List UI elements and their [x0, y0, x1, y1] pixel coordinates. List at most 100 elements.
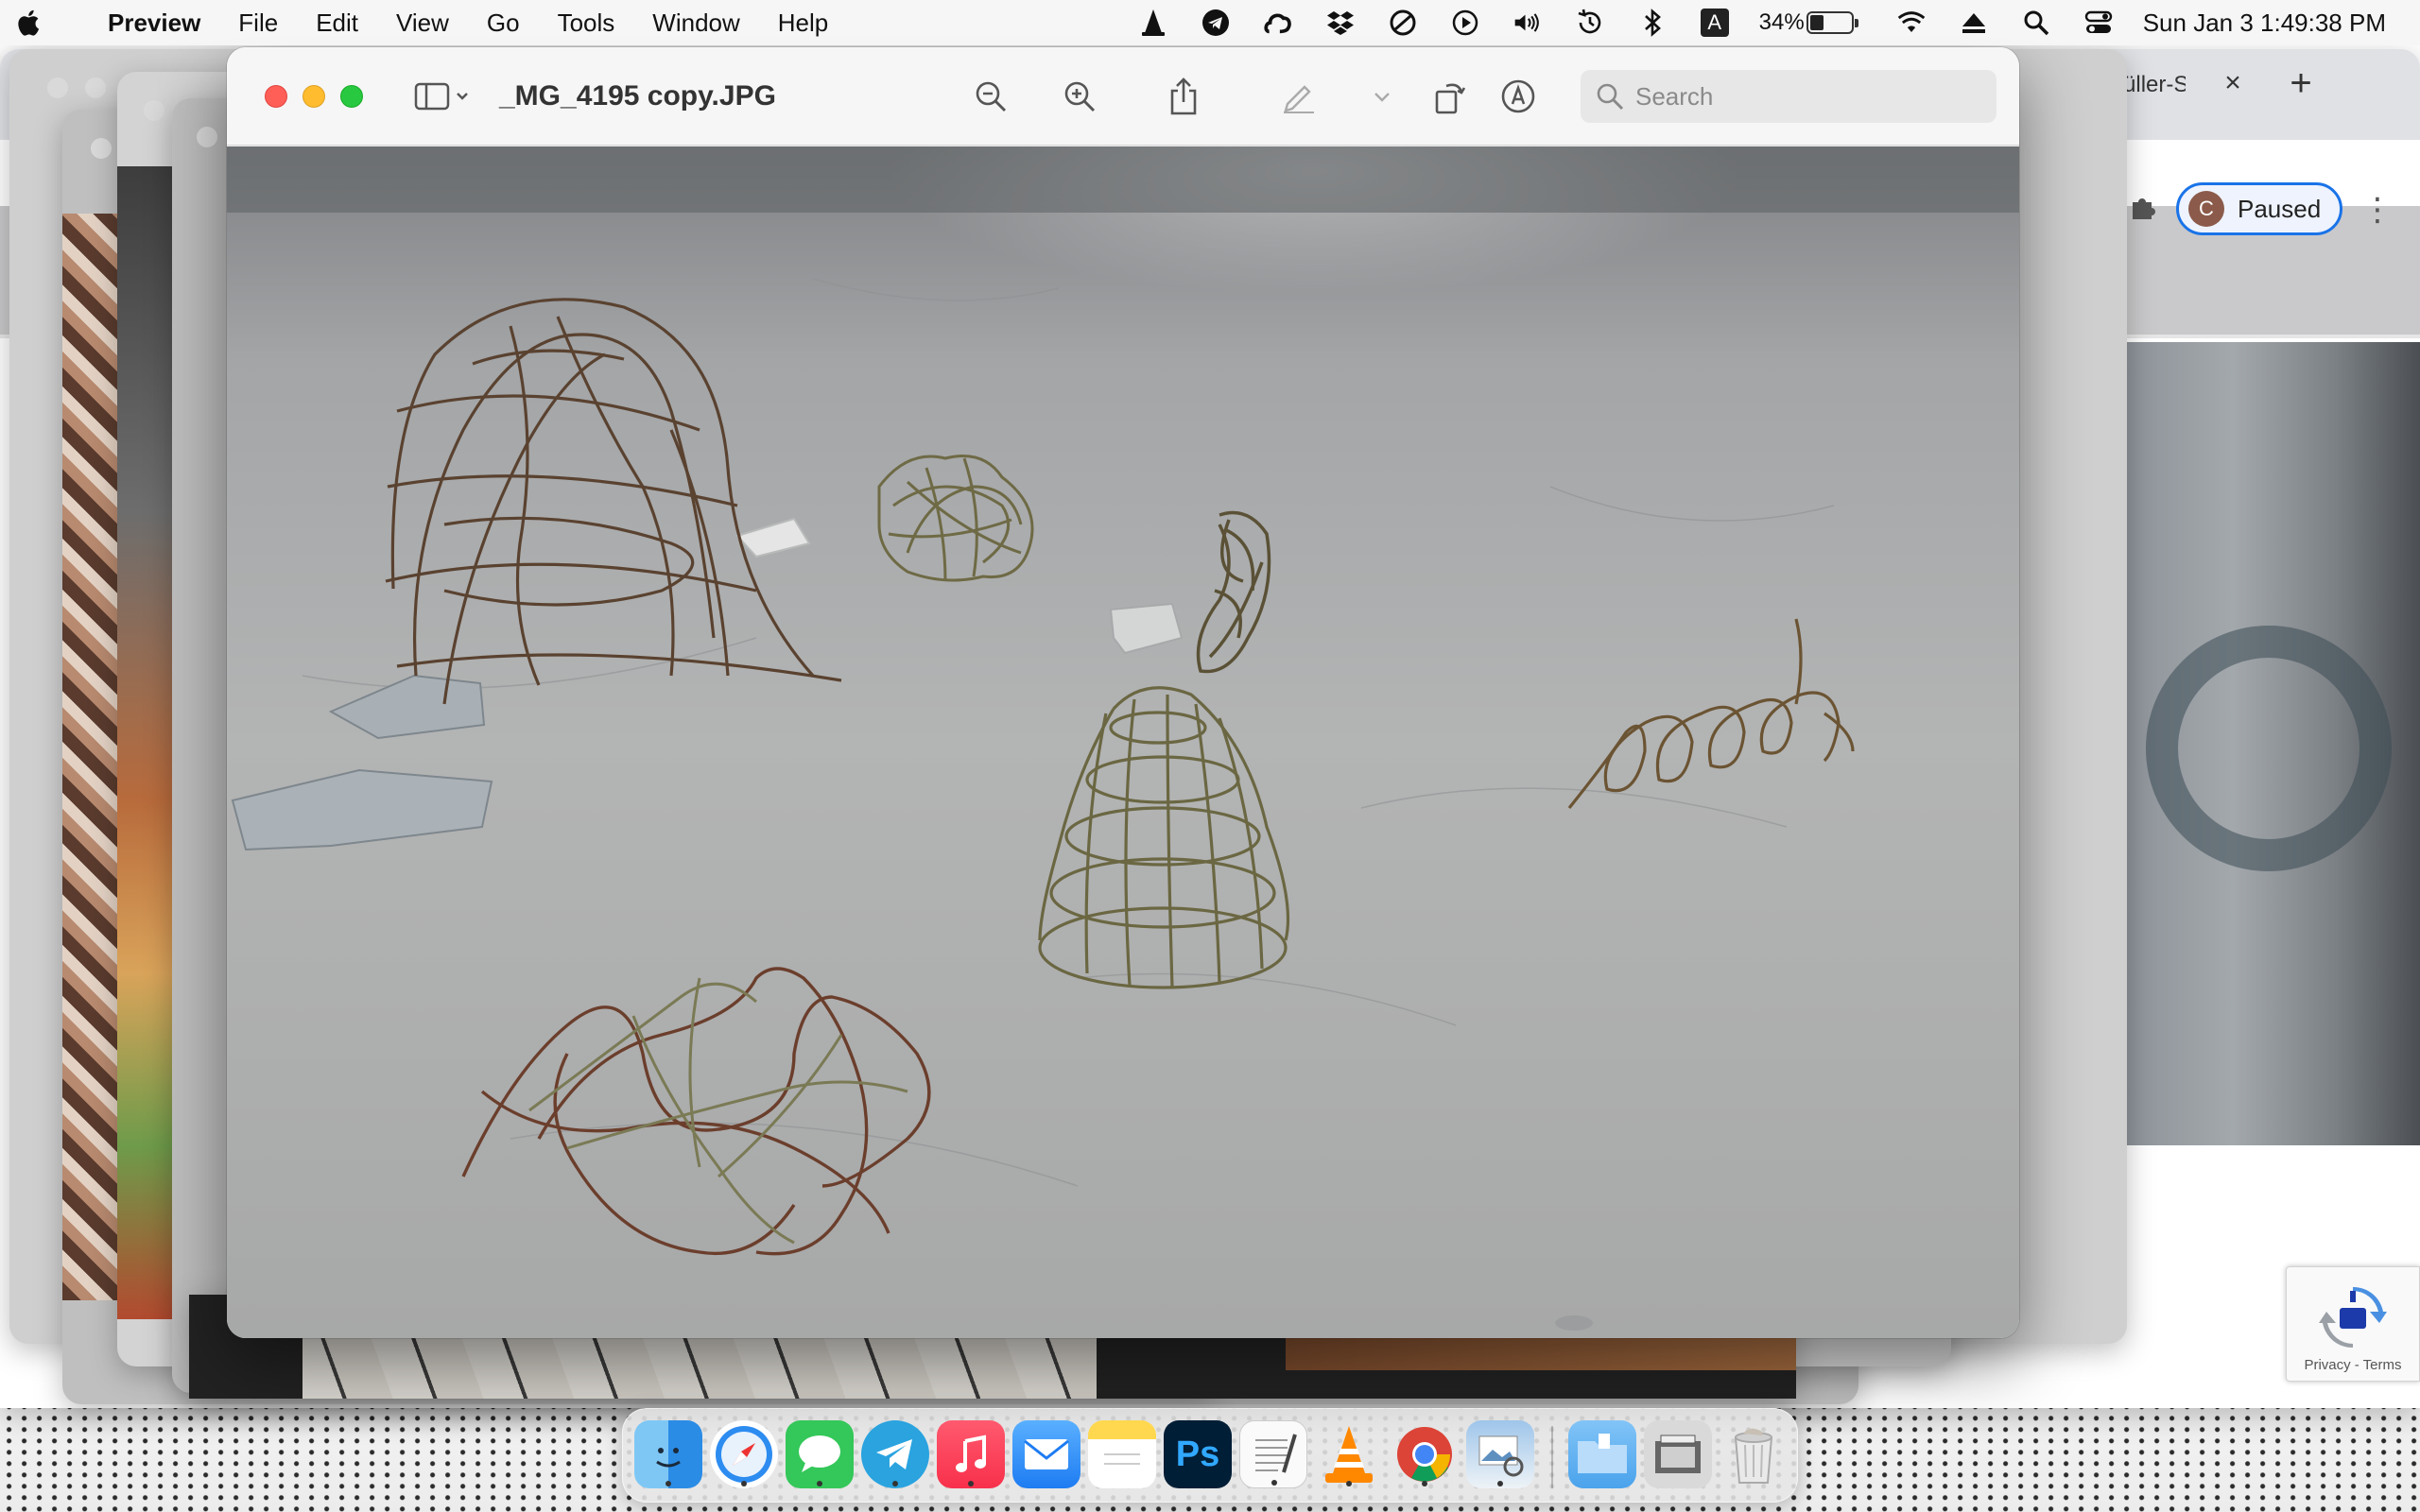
profile-paused-button[interactable]: C Paused — [2176, 182, 2342, 235]
creative-cloud-icon[interactable] — [1264, 9, 1292, 37]
input-source-icon[interactable]: A — [1700, 9, 1729, 37]
safari-icon — [716, 1426, 772, 1483]
bluetooth-icon[interactable] — [1638, 9, 1667, 37]
markup-toolbar-icon — [1501, 79, 1535, 113]
photo-view[interactable] — [227, 146, 2019, 1338]
dock-telegram[interactable] — [861, 1420, 929, 1488]
running-indicator — [817, 1481, 822, 1486]
running-indicator — [1497, 1481, 1503, 1486]
search-field[interactable] — [1581, 70, 1996, 123]
dock-music[interactable] — [937, 1420, 1005, 1488]
menu-edit[interactable]: Edit — [297, 0, 377, 45]
window-control-icon — [144, 100, 164, 121]
dock-divider — [1551, 1426, 1553, 1488]
running-indicator — [741, 1481, 747, 1486]
dock-vlc[interactable] — [1315, 1420, 1383, 1488]
zoom-in-icon — [1064, 81, 1096, 112]
menu-app-name[interactable]: Preview — [60, 0, 219, 45]
battery-percent: 34% — [1758, 9, 1805, 35]
recaptcha-badge[interactable]: Privacy - Terms — [2286, 1266, 2420, 1382]
chevron-down-icon — [1374, 93, 1390, 102]
dock-chrome[interactable] — [1391, 1420, 1459, 1488]
zoom-out-button[interactable] — [968, 76, 1013, 117]
markup-pen-button[interactable] — [1276, 76, 1322, 117]
background-window-image — [62, 214, 123, 1300]
sidebar-toggle-button[interactable] — [406, 76, 482, 117]
zoom-in-button[interactable] — [1057, 76, 1102, 117]
dock: Ps — [622, 1408, 1798, 1503]
menu-window[interactable]: Window — [633, 0, 758, 45]
spotlight-icon[interactable] — [2022, 9, 2050, 37]
profile-status-label: Paused — [2238, 194, 2322, 223]
wifi-icon[interactable] — [1897, 9, 1926, 37]
dock-downloads-folder[interactable] — [1568, 1420, 1636, 1488]
share-button[interactable] — [1161, 76, 1206, 117]
recaptcha-icon — [2319, 1286, 2387, 1349]
dropbox-icon[interactable] — [1326, 9, 1355, 37]
screenshot-icon — [1655, 1435, 1701, 1473]
window-minimize-button[interactable] — [302, 85, 325, 108]
textedit-icon — [1255, 1434, 1297, 1473]
menu-bar: Preview File Edit View Go Tools Window H… — [0, 0, 2420, 45]
markup-toolbar-button[interactable] — [1495, 76, 1541, 117]
vlc-icon[interactable] — [1139, 9, 1167, 37]
input-source-label: A — [1700, 9, 1729, 37]
dock-textedit[interactable] — [1239, 1420, 1307, 1488]
battery-icon[interactable] — [1806, 11, 1858, 34]
dock-mail[interactable] — [1012, 1420, 1080, 1488]
window-control-icon — [85, 77, 106, 98]
running-indicator — [1271, 1480, 1277, 1486]
dock-screenshot[interactable] — [1644, 1420, 1712, 1488]
menubar-clock[interactable]: Sun Jan 3 1:49:38 PM — [2143, 9, 2386, 38]
dock-finder[interactable] — [634, 1420, 702, 1488]
document-title: _MG_4195 copy.JPG — [499, 80, 776, 112]
rotate-button[interactable] — [1427, 76, 1473, 117]
running-indicator — [1346, 1481, 1352, 1486]
zoom-out-icon — [976, 81, 1007, 112]
search-input[interactable] — [1635, 81, 1976, 112]
tab-close-icon[interactable]: × — [2214, 64, 2252, 102]
running-indicator — [892, 1481, 898, 1486]
telegram-icon[interactable] — [1201, 9, 1230, 37]
messages-icon — [799, 1435, 840, 1472]
menu-tools[interactable]: Tools — [539, 0, 634, 45]
browser-menu-icon[interactable]: ⋮ — [2361, 191, 2394, 229]
trash-icon — [1734, 1428, 1773, 1484]
dock-photoshop[interactable]: Ps — [1164, 1420, 1232, 1488]
window-zoom-button[interactable] — [340, 85, 363, 108]
dock-trash[interactable] — [1720, 1420, 1788, 1488]
mail-icon — [1024, 1439, 1069, 1469]
do-not-disturb-icon[interactable] — [1389, 9, 1417, 37]
sidebar-icon — [414, 82, 468, 111]
menu-view[interactable]: View — [377, 0, 468, 45]
volume-icon[interactable] — [1513, 9, 1542, 37]
music-icon — [956, 1435, 986, 1472]
finder-icon — [656, 1448, 681, 1468]
dock-notes[interactable] — [1088, 1420, 1156, 1488]
menu-help[interactable]: Help — [759, 0, 847, 45]
window-close-button[interactable] — [265, 85, 287, 108]
vlc-cone-icon — [1325, 1426, 1373, 1483]
extensions-puzzle-icon[interactable] — [2123, 189, 2161, 227]
running-indicator — [968, 1481, 974, 1486]
dock-preview[interactable] — [1466, 1420, 1534, 1488]
recaptcha-links[interactable]: Privacy - Terms — [2304, 1357, 2401, 1373]
window-control-icon — [47, 77, 68, 98]
control-center-icon[interactable] — [2084, 9, 2113, 37]
eject-icon[interactable] — [1960, 9, 1988, 37]
apple-menu-icon[interactable] — [0, 0, 60, 45]
avatar: C — [2188, 191, 2224, 227]
window-control-icon — [91, 138, 112, 159]
preview-icon — [1478, 1435, 1524, 1477]
play-icon[interactable] — [1451, 9, 1479, 37]
menu-go[interactable]: Go — [468, 0, 539, 45]
markup-dropdown-button[interactable] — [1363, 76, 1401, 117]
dock-messages[interactable] — [786, 1420, 854, 1488]
dock-safari[interactable] — [710, 1420, 778, 1488]
menu-file[interactable]: File — [219, 0, 297, 45]
window-control-icon — [197, 127, 217, 147]
notes-icon — [1104, 1453, 1140, 1465]
preview-toolbar: _MG_4195 copy.JPG — [227, 47, 2019, 146]
time-machine-icon[interactable] — [1576, 9, 1604, 37]
new-tab-icon[interactable]: + — [2278, 60, 2324, 106]
